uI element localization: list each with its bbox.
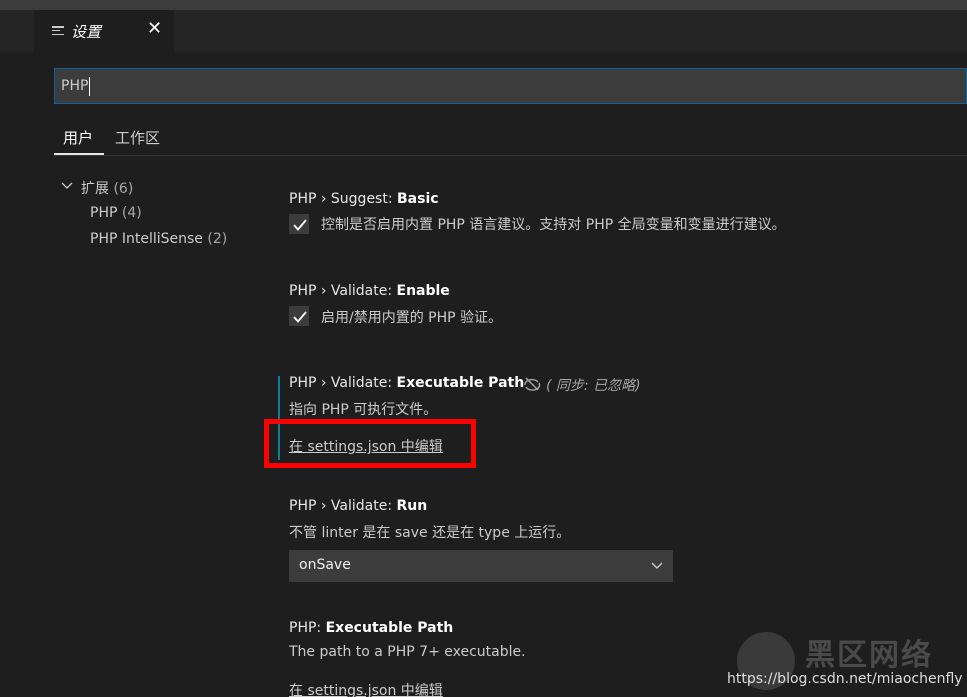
setting-description: 不管 linter 是在 save 还是在 type 上运行。 xyxy=(289,525,571,541)
validate-enable-checkbox[interactable] xyxy=(289,306,309,326)
search-input[interactable] xyxy=(54,68,967,104)
check-icon xyxy=(293,219,307,231)
divider xyxy=(54,155,967,156)
checkbox-label: 启用/禁用内置的 PHP 验证。 xyxy=(321,310,503,326)
check-icon xyxy=(293,311,307,323)
tree-item-php[interactable]: PHP (4) xyxy=(90,205,142,221)
sync-ignored-icon xyxy=(524,377,541,391)
setting-title: PHP: Executable Path xyxy=(289,620,454,636)
validate-run-select[interactable]: onSave xyxy=(289,550,673,582)
tab-title: 设置 xyxy=(71,23,102,41)
checkbox-label: 控制是否启用内置 PHP 语言建议。支持对 PHP 全局变量和变量进行建议。 xyxy=(321,217,786,233)
setting-title: PHP › Validate: Run xyxy=(289,498,428,514)
chevron-down-icon xyxy=(651,562,663,569)
watermark-title: 黑区网络 xyxy=(805,638,933,673)
tab-workspace[interactable]: 工作区 xyxy=(115,127,160,148)
sync-ignored-label: ( 同步: 已忽略) xyxy=(546,378,641,394)
tab-bar: 设置 ✕ xyxy=(0,10,967,52)
tree-item-extensions[interactable]: 扩展 (6) xyxy=(81,178,133,198)
text-cursor xyxy=(89,77,90,96)
close-icon[interactable]: ✕ xyxy=(147,19,162,39)
settings-editor: 设置 ✕ 用户 工作区 扩展 (6) PHP (4) PHP IntelliSe… xyxy=(0,0,967,697)
settings-list-icon xyxy=(52,26,64,36)
select-value: onSave xyxy=(299,557,351,573)
tab-settings[interactable]: 设置 ✕ xyxy=(34,10,174,52)
setting-description: The path to a PHP 7+ executable. xyxy=(289,644,526,660)
tab-user[interactable]: 用户 xyxy=(63,127,93,148)
setting-title: PHP › Validate: Executable Path xyxy=(289,375,525,391)
watermark-url: https://blog.csdn.net/miaochenfly xyxy=(727,671,963,687)
setting-description: 指向 PHP 可执行文件。 xyxy=(289,402,438,418)
chevron-down-icon[interactable] xyxy=(61,181,73,191)
title-bar xyxy=(0,0,967,10)
tree-item-php-intellisense[interactable]: PHP IntelliSense (2) xyxy=(90,231,227,247)
highlight-box xyxy=(264,419,476,468)
setting-title: PHP › Validate: Enable xyxy=(289,283,450,299)
edit-in-settings-json-link[interactable]: 在 settings.json 中编辑 xyxy=(289,680,443,697)
setting-title: PHP › Suggest: Basic xyxy=(289,191,439,207)
suggest-basic-checkbox[interactable] xyxy=(289,214,309,234)
